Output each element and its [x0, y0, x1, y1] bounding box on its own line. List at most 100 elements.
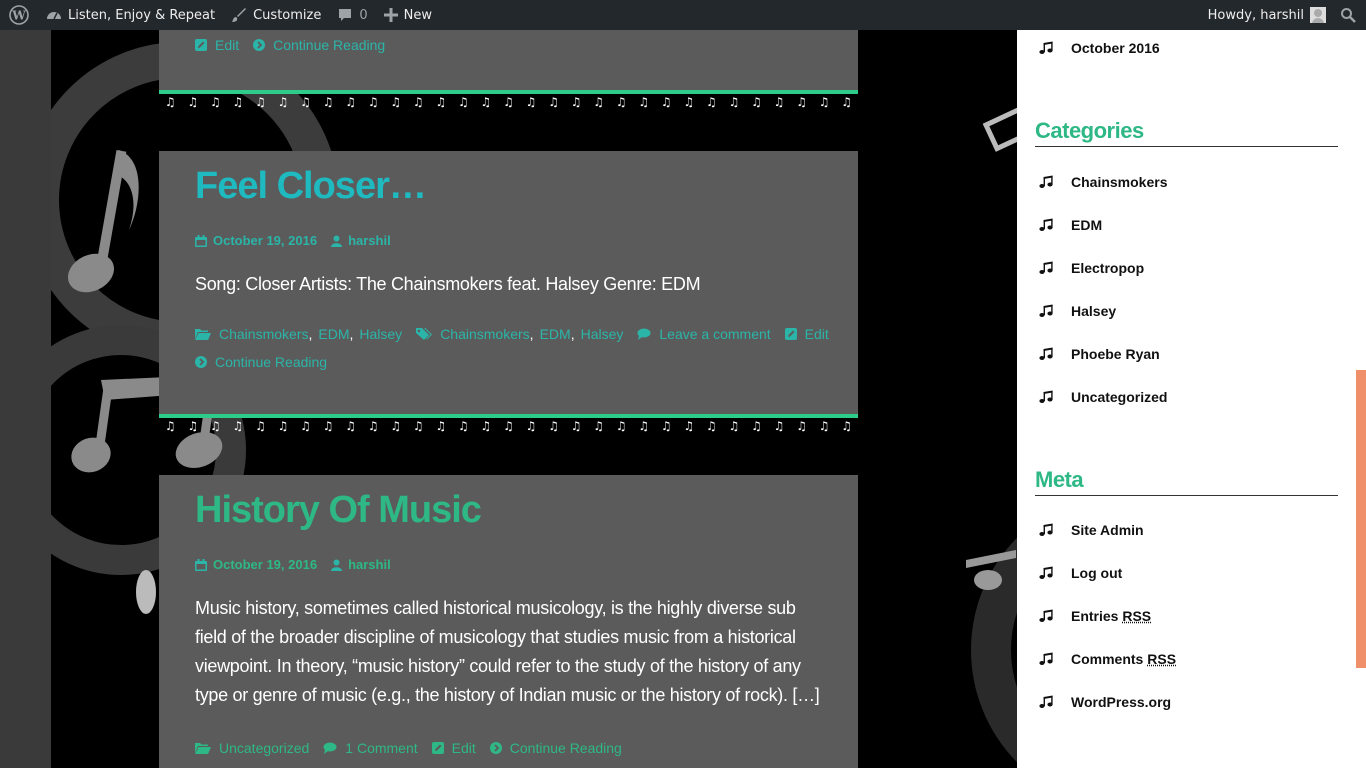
post-excerpt: Music history, sometimes called historic… [195, 598, 820, 705]
category-item[interactable]: EDM [1039, 217, 1102, 233]
chevron-circle-right-icon [195, 356, 207, 368]
music-note-icon [1039, 175, 1055, 189]
edit-icon [195, 39, 207, 51]
meta-label: Comments [1071, 651, 1144, 667]
category-label: Phoebe Ryan [1071, 346, 1160, 362]
meta-label: Log out [1071, 565, 1123, 581]
post-meta: October 19, 2016 harshil [195, 557, 858, 572]
post-author[interactable]: harshil [348, 557, 391, 572]
meta-label: Site Admin [1071, 522, 1144, 538]
post-title[interactable]: Feel Closer… [195, 165, 858, 213]
admin-search-button[interactable] [1334, 0, 1366, 30]
new-content-link[interactable]: New [376, 0, 440, 30]
meta-wordpress-link[interactable]: WordPress.org [1039, 694, 1171, 710]
chevron-circle-right-icon [253, 39, 266, 51]
music-note-icon [1039, 261, 1055, 275]
post-categories: Uncategorized [195, 740, 309, 756]
meta-site-admin-link[interactable]: Site Admin [1039, 522, 1144, 538]
category-item[interactable]: Uncategorized [1039, 389, 1167, 405]
edit-link[interactable]: Edit [431, 740, 476, 756]
edit-link[interactable]: Edit [784, 326, 829, 342]
new-label: New [403, 7, 432, 23]
edit-icon [431, 742, 444, 754]
category-item[interactable]: Chainsmokers [1039, 174, 1167, 190]
post-date[interactable]: October 19, 2016 [213, 233, 317, 248]
wordpress-logo-button[interactable]: W [0, 0, 38, 30]
meta-label: WordPress.org [1071, 694, 1172, 710]
search-icon [1341, 8, 1356, 23]
wordpress-icon: W [9, 5, 29, 25]
meta-label: Entries [1071, 608, 1119, 624]
category-item[interactable]: Phoebe Ryan [1039, 346, 1160, 362]
user-icon [331, 235, 343, 247]
continue-reading-link[interactable]: Continue Reading [195, 354, 844, 370]
post-feel-closer: Feel Closer… October 19, 2016 harshil So… [159, 151, 858, 414]
continue-reading-label: Continue Reading [215, 354, 328, 370]
continue-reading-label: Continue Reading [273, 37, 386, 53]
scrollbar-thumb[interactable] [1356, 370, 1366, 668]
page-left-margin [0, 30, 51, 768]
category-item[interactable]: Electropop [1039, 260, 1144, 276]
calendar-icon [195, 558, 207, 571]
edit-link[interactable]: Edit [195, 37, 239, 53]
continue-reading-link[interactable]: Continue Reading [489, 740, 622, 756]
tag-link[interactable]: EDM [540, 326, 571, 342]
music-note-icon [1039, 695, 1055, 709]
post-footer: Uncategorized 1 Comment Edit Continue Re… [195, 740, 858, 756]
comments-link[interactable]: 0 [329, 0, 375, 30]
category-link[interactable]: Halsey [359, 326, 402, 342]
music-note-icon [1039, 523, 1055, 537]
category-link[interactable]: Uncategorized [219, 740, 309, 756]
folder-open-icon [195, 742, 211, 754]
post-title[interactable]: History Of Music [195, 489, 858, 537]
site-name-link[interactable]: Listen, Enjoy & Repeat [38, 0, 223, 30]
customize-link[interactable]: Customize [223, 0, 329, 30]
edit-label: Edit [215, 37, 240, 53]
archive-item[interactable]: October 2016 [1039, 40, 1160, 56]
comments-label: 1 Comment [345, 740, 418, 756]
notes-divider: ♫ ♫ ♫ ♫ ♫ ♫ ♫ ♫ ♫ ♫ ♫ ♫ ♫ ♫ ♫ ♫ ♫ ♫ ♫ ♫ ♫ ♫ ♫ ♫ ♫ ♫ ♫ ♫ ♫ ♫ ♫ [164, 419, 853, 433]
category-item[interactable]: Halsey [1039, 303, 1116, 319]
notes-divider: ♫ ♫ ♫ ♫ ♫ ♫ ♫ ♫ ♫ ♫ ♫ ♫ ♫ ♫ ♫ ♫ ♫ ♫ ♫ ♫ ♫ ♫ ♫ ♫ ♫ ♫ ♫ ♫ ♫ ♫ ♫ [164, 95, 853, 109]
music-note-icon [1039, 347, 1055, 361]
comments-count: 0 [359, 7, 368, 23]
post-footer: Edit Continue Reading [195, 37, 858, 53]
continue-reading-label: Continue Reading [509, 740, 622, 756]
comments-icon [323, 742, 337, 754]
calendar-icon [195, 234, 207, 247]
folder-open-icon [195, 328, 211, 340]
tag-link[interactable]: Chainsmokers [440, 326, 529, 342]
music-note-icon [1039, 218, 1055, 232]
music-note-icon [1039, 41, 1055, 55]
plus-icon [383, 8, 398, 22]
continue-reading-link[interactable]: Continue Reading [253, 37, 385, 53]
category-link[interactable]: Chainsmokers [219, 326, 308, 342]
admin-bar: W Listen, Enjoy & Repeat Customize 0 New… [0, 0, 1366, 30]
user-icon [331, 559, 343, 571]
comments-icon [637, 328, 651, 340]
category-link[interactable]: EDM [318, 326, 349, 342]
music-note-icon [1039, 652, 1055, 666]
comments-link[interactable]: 1 Comment [323, 740, 418, 756]
meta-log-out-link[interactable]: Log out [1039, 565, 1122, 581]
post-date[interactable]: October 19, 2016 [213, 557, 317, 572]
category-label: Chainsmokers [1071, 174, 1168, 190]
svg-text:W: W [11, 9, 26, 23]
post-excerpt: Song: Closer Artists: The Chainsmokers f… [195, 274, 701, 294]
avatar [1310, 7, 1326, 23]
meta-comments-rss-link[interactable]: Comments RSS [1039, 651, 1176, 667]
tag-link[interactable]: Halsey [581, 326, 624, 342]
comment-icon [337, 7, 353, 23]
post-previous: Edit Continue Reading [159, 30, 858, 90]
post-footer: Chainsmokers, EDM, Halsey Chainsmokers, … [195, 326, 858, 370]
my-account-link[interactable]: Howdy, harshil [1200, 0, 1334, 30]
post-author[interactable]: harshil [348, 233, 391, 248]
post-tags: Chainsmokers, EDM, Halsey [416, 326, 623, 342]
post-meta: October 19, 2016 harshil [195, 233, 858, 248]
comments-link[interactable]: Leave a comment [637, 326, 771, 342]
category-label: Halsey [1071, 303, 1117, 319]
rss-abbr: RSS [1122, 608, 1152, 624]
music-note-icon [1039, 304, 1055, 318]
meta-entries-rss-link[interactable]: Entries RSS [1039, 608, 1151, 624]
rss-abbr: RSS [1147, 651, 1177, 667]
